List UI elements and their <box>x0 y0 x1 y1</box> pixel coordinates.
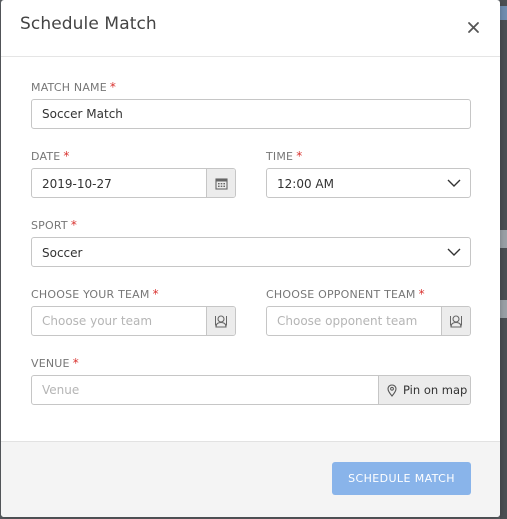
opponent-team-field[interactable] <box>266 306 471 336</box>
required-marker: * <box>296 149 303 163</box>
match-name-label: MATCH NAME * <box>31 80 117 94</box>
time-label: TIME * <box>266 149 303 163</box>
required-marker: * <box>109 80 117 94</box>
backdrop-mark <box>500 300 507 318</box>
required-marker: * <box>152 287 159 301</box>
modal-footer: SCHEDULE MATCH <box>1 441 500 517</box>
modal-header: Schedule Match <box>1 0 500 57</box>
sport-value: Soccer <box>42 246 83 260</box>
venue-label: VENUE * <box>31 356 79 370</box>
date-field[interactable]: 2019-10-27 <box>31 168 236 198</box>
opponent-team-input[interactable] <box>267 307 443 335</box>
modal-body: MATCH NAME* DATE* 2019-10-27 <box>1 57 500 441</box>
required-marker: * <box>418 287 425 301</box>
time-select[interactable]: 12:00 AM <box>266 168 471 198</box>
close-icon <box>468 22 479 33</box>
sport-select[interactable]: Soccer <box>31 237 471 267</box>
time-value: 12:00 AM <box>277 177 334 191</box>
backdrop-mark <box>500 230 507 248</box>
opponent-team-label: CHOOSE OPPONENT TEAM * <box>266 287 425 301</box>
backdrop-link-mark <box>500 6 507 20</box>
chevron-down-icon <box>447 179 461 187</box>
pin-on-map-button[interactable]: Pin on map <box>378 376 470 404</box>
date-value: 2019-10-27 <box>42 177 112 191</box>
schedule-match-modal: Schedule Match MATCH NAME* DATE* 2019-10… <box>1 0 500 517</box>
required-marker: * <box>72 356 79 370</box>
team-icon <box>215 315 227 328</box>
your-team-field[interactable] <box>31 306 236 336</box>
required-marker: * <box>70 218 78 232</box>
date-label: DATE * <box>31 149 70 163</box>
match-name-field[interactable] <box>31 99 471 129</box>
modal-title: Schedule Match <box>20 14 157 34</box>
team-icon <box>450 315 462 328</box>
calendar-icon <box>214 177 228 190</box>
opponent-team-lookup-button[interactable] <box>441 307 470 335</box>
close-button[interactable] <box>465 18 483 36</box>
sport-label: SPORT * <box>31 218 78 232</box>
pin-on-map-label: Pin on map <box>403 383 468 397</box>
your-team-label: CHOOSE YOUR TEAM * <box>31 287 159 301</box>
your-team-lookup-button[interactable] <box>206 307 235 335</box>
map-pin-icon <box>387 383 397 397</box>
venue-input[interactable] <box>32 376 377 404</box>
match-name-input[interactable] <box>32 100 470 128</box>
backdrop <box>500 0 507 519</box>
required-marker: * <box>63 149 70 163</box>
venue-field[interactable]: Pin on map <box>31 375 471 405</box>
schedule-match-button[interactable]: SCHEDULE MATCH <box>332 462 471 495</box>
your-team-input[interactable] <box>32 307 208 335</box>
date-picker-button[interactable] <box>206 169 235 197</box>
chevron-down-icon <box>447 248 461 256</box>
